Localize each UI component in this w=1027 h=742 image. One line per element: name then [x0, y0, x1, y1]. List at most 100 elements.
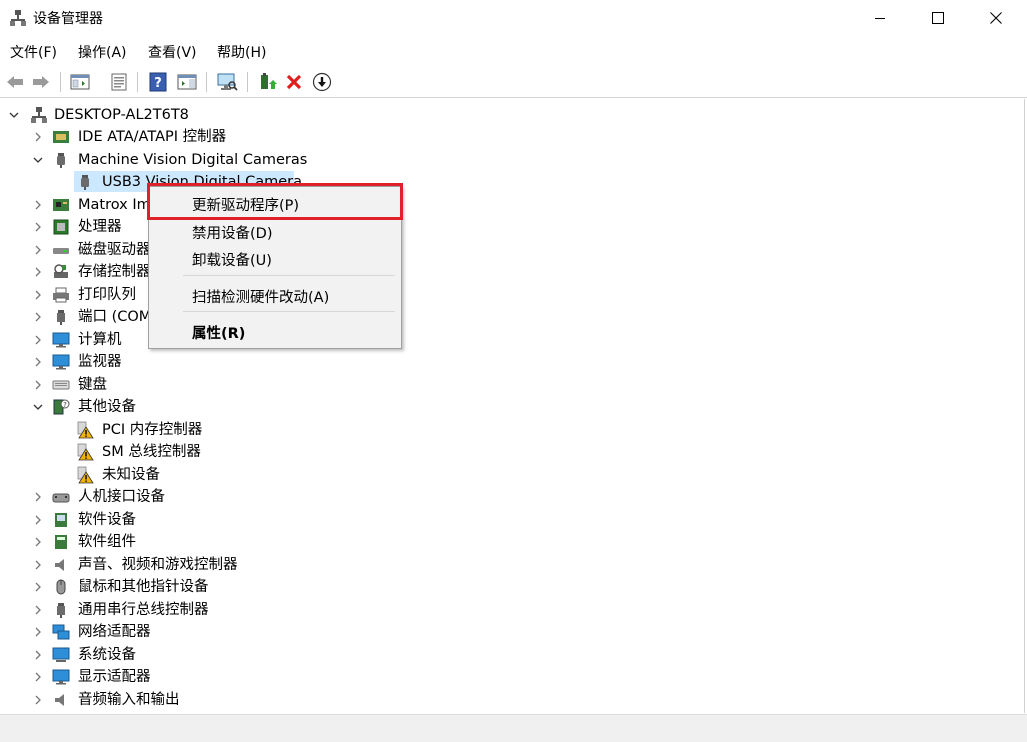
device-label: 软件组件 [78, 534, 136, 550]
computer-icon [52, 331, 70, 349]
hid-icon [52, 488, 70, 506]
action-pane-button[interactable] [175, 70, 199, 94]
device-manager-icon [9, 9, 27, 27]
help-button[interactable]: ? [146, 70, 170, 94]
menu-help[interactable]: 帮助(H) [217, 42, 266, 62]
svg-text:?: ? [154, 76, 162, 91]
network-adapter-icon [52, 623, 70, 641]
device-label: 系统设备 [78, 647, 136, 663]
chevron-right-icon[interactable] [32, 536, 44, 548]
device-label: 网络适配器 [78, 624, 151, 640]
chevron-right-icon[interactable] [32, 491, 44, 503]
chevron-right-icon[interactable] [32, 199, 44, 211]
device-category[interactable]: 监视器 [0, 351, 320, 373]
chevron-right-icon[interactable] [32, 694, 44, 706]
processor-icon [52, 218, 70, 236]
device-category[interactable]: 系统设备 [0, 644, 320, 666]
uninstall-device-button[interactable] [282, 70, 306, 94]
chevron-right-icon[interactable] [32, 626, 44, 638]
minimize-button[interactable] [850, 0, 910, 36]
disk-drive-icon [52, 241, 70, 259]
chevron-right-icon[interactable] [32, 604, 44, 616]
unknown-device-icon: ? [52, 398, 70, 416]
device-label: IDE ATA/ATAPI 控制器 [78, 129, 227, 145]
device-item[interactable]: PCI 内存控制器 [0, 419, 320, 441]
chevron-right-icon[interactable] [32, 356, 44, 368]
properties-icon [111, 73, 127, 91]
device-label: 其他设备 [78, 399, 136, 415]
close-button[interactable] [966, 0, 1026, 36]
speaker-icon [52, 556, 70, 574]
chevron-right-icon[interactable] [32, 289, 44, 301]
back-button[interactable] [3, 70, 27, 94]
software-component-icon [52, 533, 70, 551]
device-category[interactable]: IDE ATA/ATAPI 控制器 [0, 126, 320, 148]
device-category[interactable]: 网络适配器 [0, 621, 320, 643]
device-category[interactable]: Machine Vision Digital Cameras [0, 149, 320, 171]
svg-text:?: ? [63, 401, 67, 409]
properties-button[interactable] [107, 70, 131, 94]
device-category[interactable]: 人机接口设备 [0, 486, 320, 508]
chevron-right-icon[interactable] [32, 131, 44, 143]
device-label: 声音、视频和游戏控制器 [78, 557, 238, 573]
device-category[interactable]: 音频输入和输出 [0, 689, 320, 711]
menu-item-scan-hardware[interactable]: 扫描检测硬件改动(A) [192, 286, 329, 307]
maximize-icon [932, 12, 944, 24]
device-label: 音频输入和输出 [78, 692, 180, 708]
help-icon: ? [149, 72, 167, 92]
action-pane-icon [177, 74, 197, 90]
menu-item-properties[interactable]: 属性(R) [192, 322, 245, 343]
menu-view[interactable]: 查看(V) [148, 42, 197, 62]
tree-root-label: DESKTOP-AL2T6T8 [54, 107, 189, 123]
device-category[interactable]: 通用串行总线控制器 [0, 599, 320, 621]
chevron-down-icon[interactable] [32, 401, 44, 413]
device-category[interactable]: 声音、视频和游戏控制器 [0, 554, 320, 576]
device-category[interactable]: ? 其他设备 [0, 396, 320, 418]
chevron-right-icon[interactable] [32, 244, 44, 256]
device-category[interactable]: 鼠标和其他指针设备 [0, 576, 320, 598]
enable-device-button[interactable] [310, 70, 334, 94]
device-item[interactable]: 未知设备 [0, 464, 320, 486]
device-item[interactable]: SM 总线控制器 [0, 441, 320, 463]
tree-root[interactable]: DESKTOP-AL2T6T8 [0, 104, 300, 126]
chevron-right-icon[interactable] [32, 379, 44, 391]
chevron-right-icon[interactable] [32, 266, 44, 278]
maximize-button[interactable] [908, 0, 968, 36]
chevron-right-icon[interactable] [32, 311, 44, 323]
chevron-right-icon[interactable] [32, 559, 44, 571]
menu-action[interactable]: 操作(A) [78, 42, 127, 62]
ide-controller-icon [52, 128, 70, 146]
device-category[interactable]: 软件组件 [0, 531, 320, 553]
enable-device-icon [312, 72, 332, 92]
chevron-right-icon[interactable] [32, 671, 44, 683]
scan-hardware-button[interactable] [215, 70, 239, 94]
back-icon [7, 76, 23, 88]
device-label: 磁盘驱动器 [78, 242, 151, 258]
device-category[interactable]: 键盘 [0, 374, 320, 396]
device-label: 存储控制器 [78, 264, 151, 280]
chevron-right-icon[interactable] [32, 221, 44, 233]
forward-button[interactable] [29, 70, 53, 94]
chevron-down-icon[interactable] [8, 109, 20, 121]
menu-item-uninstall-device[interactable]: 卸载设备(U) [192, 249, 272, 270]
menu-file[interactable]: 文件(F) [10, 42, 57, 62]
device-category[interactable]: 显示适配器 [0, 666, 320, 688]
window-title: 设备管理器 [33, 11, 103, 27]
menu-item-disable-device[interactable]: 禁用设备(D) [192, 222, 272, 243]
device-label: PCI 内存控制器 [102, 422, 203, 438]
chip-board-icon [52, 196, 70, 214]
chevron-right-icon[interactable] [32, 649, 44, 661]
chevron-right-icon[interactable] [32, 581, 44, 593]
update-driver-icon [261, 73, 277, 89]
forward-icon [33, 76, 49, 88]
update-driver-button[interactable] [255, 70, 279, 94]
device-label: 处理器 [78, 219, 122, 235]
chevron-right-icon[interactable] [32, 334, 44, 346]
chevron-down-icon[interactable] [32, 154, 44, 166]
printer-icon [52, 286, 70, 304]
chevron-right-icon[interactable] [32, 514, 44, 526]
show-hide-tree-button[interactable] [68, 70, 92, 94]
uninstall-device-icon [286, 74, 302, 90]
menu-separator [183, 275, 395, 276]
device-category[interactable]: 软件设备 [0, 509, 320, 531]
